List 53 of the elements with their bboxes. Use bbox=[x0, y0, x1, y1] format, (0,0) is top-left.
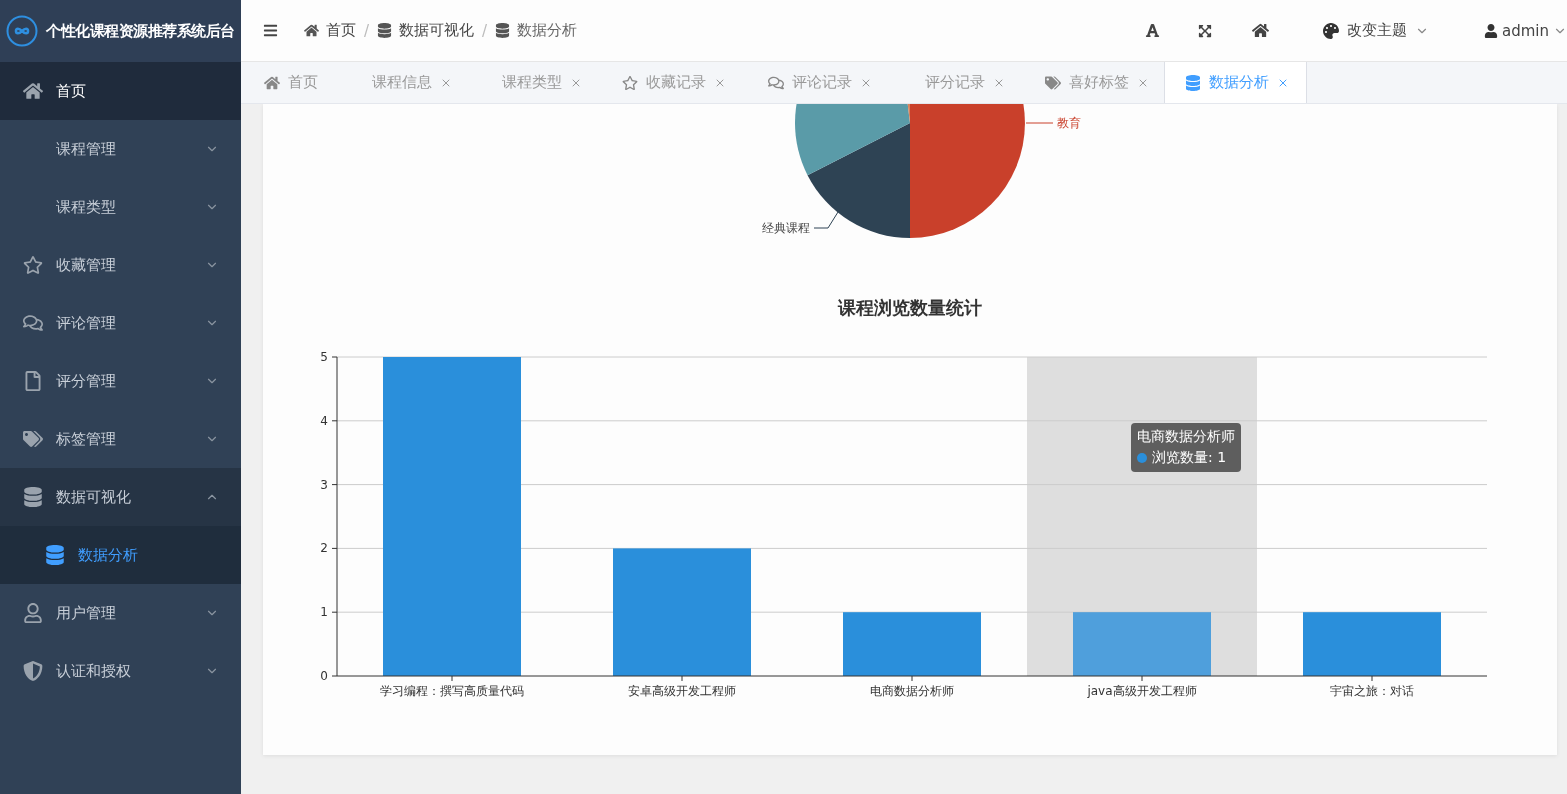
font-size-icon[interactable] bbox=[1145, 23, 1160, 38]
home-icon bbox=[304, 23, 319, 38]
y-tick-label: 5 bbox=[320, 350, 328, 364]
user-menu[interactable]: admin bbox=[1484, 21, 1567, 40]
breadcrumb-link[interactable]: 数据可视化 bbox=[399, 21, 475, 40]
x-tick-label: java高级开发工程师 bbox=[1087, 684, 1197, 698]
chart-title: 课程浏览数量统计 bbox=[838, 297, 982, 318]
infinity-logo-icon bbox=[6, 15, 38, 47]
tags-icon bbox=[1045, 74, 1061, 91]
breadcrumb-separator: / bbox=[482, 21, 488, 40]
comments-icon bbox=[768, 74, 784, 91]
tags-icon bbox=[23, 429, 43, 449]
database-icon bbox=[495, 23, 511, 38]
tooltip-value: 浏览数量: 1 bbox=[1152, 449, 1227, 467]
database-icon bbox=[23, 487, 43, 507]
file-icon bbox=[23, 371, 43, 391]
palette-icon bbox=[1323, 22, 1339, 39]
database-icon bbox=[377, 23, 393, 38]
x-tick-label: 安卓高级开发工程师 bbox=[628, 684, 736, 698]
submenu-item[interactable]: 数据分析 bbox=[0, 526, 241, 584]
star-icon bbox=[622, 74, 638, 91]
tooltip-title: 电商数据分析师 bbox=[1137, 428, 1235, 446]
fullscreen-icon[interactable] bbox=[1198, 23, 1212, 38]
shield-icon bbox=[23, 661, 43, 681]
breadcrumb-link[interactable]: 数据分析 bbox=[517, 21, 578, 40]
breadcrumb-link[interactable]: 首页 bbox=[326, 21, 356, 40]
home-icon bbox=[264, 74, 280, 91]
x-tick-label: 宇宙之旅：对话 bbox=[1330, 684, 1414, 698]
home-icon bbox=[23, 81, 43, 101]
user-icon bbox=[1484, 23, 1498, 38]
menu-item[interactable]: 数据可视化 bbox=[0, 468, 241, 526]
home-icon[interactable] bbox=[1252, 22, 1269, 39]
y-tick-label: 1 bbox=[320, 605, 328, 620]
x-tick-label: 学习编程：撰写高质量代码 bbox=[380, 684, 524, 698]
menu-item[interactable]: 首页 bbox=[0, 62, 241, 120]
app-title: 个性化课程资源推荐系统后台 bbox=[46, 21, 235, 41]
y-tick-label: 3 bbox=[320, 477, 328, 492]
breadcrumb-separator: / bbox=[364, 21, 370, 40]
pie-label: 教育 bbox=[1057, 116, 1081, 130]
menu-icon[interactable] bbox=[263, 23, 278, 38]
pie-label: 经典课程 bbox=[762, 221, 810, 235]
theme-menu[interactable]: 改变主题 bbox=[1323, 21, 1429, 40]
comments-icon bbox=[23, 313, 43, 333]
database-icon bbox=[1185, 74, 1201, 91]
user-icon bbox=[23, 603, 43, 623]
database-icon bbox=[45, 545, 65, 565]
y-tick-label: 2 bbox=[320, 541, 328, 556]
leader-line bbox=[813, 211, 839, 229]
x-tick-label: 电商数据分析师 bbox=[870, 684, 954, 698]
y-tick-label: 0 bbox=[320, 669, 328, 683]
y-tick-label: 4 bbox=[320, 413, 328, 428]
leader-line bbox=[1025, 122, 1054, 124]
star-icon bbox=[23, 255, 43, 275]
